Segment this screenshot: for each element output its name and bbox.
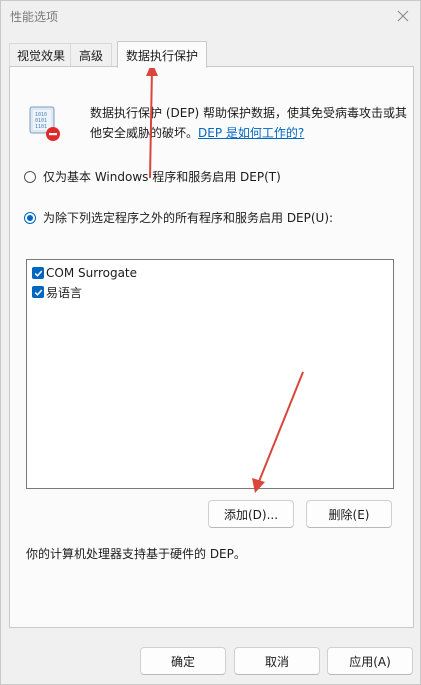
- close-icon: [397, 10, 409, 22]
- list-item[interactable]: COM Surrogate: [32, 264, 137, 282]
- program-name: COM Surrogate: [46, 266, 138, 280]
- program-name: 易语言: [46, 285, 83, 300]
- tab-label: 视觉效果: [16, 49, 65, 63]
- tab-label: 高级: [78, 49, 103, 63]
- radio-button[interactable]: [24, 170, 36, 183]
- checkmark-icon: [34, 288, 42, 296]
- program-exception-list[interactable]: COM Surrogate 易语言: [26, 259, 394, 489]
- checkbox-checked[interactable]: [32, 267, 44, 279]
- apply-button-label: 应用(A): [349, 654, 391, 669]
- list-item[interactable]: 易语言: [32, 283, 82, 301]
- radio-basic-label: 仅为基本 Windows 程序和服务启用 DEP(T): [43, 170, 281, 184]
- cancel-button-label: 取消: [264, 654, 289, 669]
- remove-button-label: 删除(E): [328, 507, 370, 522]
- tab-advanced[interactable]: 高级: [70, 43, 112, 67]
- title-bar: 性能选项: [1, 1, 420, 31]
- add-button-label: 添加(D)...: [223, 507, 279, 522]
- performance-options-window: 性能选项 视觉效果 高级 数据执行保护 1010 0101 1101 数据执行保…: [0, 0, 421, 685]
- tab-label: 数据执行保护: [125, 48, 198, 63]
- checkmark-icon: [34, 269, 42, 277]
- dep-tab-panel: 1010 0101 1101 数据执行保护 (DEP) 帮助保护数据，使其免受病…: [9, 66, 414, 628]
- radio-all-label: 为除下列选定程序之外的所有程序和服务启用 DEP(U):: [43, 211, 334, 225]
- remove-button[interactable]: 删除(E): [306, 500, 392, 528]
- svg-text:1101: 1101: [35, 124, 47, 130]
- close-button[interactable]: [388, 1, 418, 31]
- ok-button-label: 确定: [170, 654, 195, 669]
- radio-basic-programs[interactable]: 仅为基本 Windows 程序和服务启用 DEP(T): [24, 168, 281, 185]
- dep-help-link[interactable]: DEP 是如何工作的?: [198, 126, 304, 140]
- checkbox-checked[interactable]: [32, 286, 44, 298]
- cancel-button[interactable]: 取消: [234, 647, 320, 675]
- tab-strip: 视觉效果 高级 数据执行保护: [9, 41, 414, 68]
- window-title: 性能选项: [10, 10, 59, 24]
- add-button[interactable]: 添加(D)...: [208, 500, 294, 528]
- tab-data-execution-prevention[interactable]: 数据执行保护: [117, 41, 207, 68]
- dep-description: 数据执行保护 (DEP) 帮助保护数据，使其免受病毒攻击或其他安全威胁的破坏。D…: [90, 103, 408, 143]
- ok-button[interactable]: 确定: [140, 647, 226, 675]
- hardware-dep-note: 你的计算机处理器支持基于硬件的 DEP。: [26, 547, 246, 561]
- apply-button[interactable]: 应用(A): [327, 647, 413, 675]
- tab-visual-effects[interactable]: 视觉效果: [9, 43, 73, 67]
- radio-button-selected[interactable]: [24, 211, 36, 224]
- dep-shield-icon: 1010 0101 1101: [29, 106, 60, 141]
- radio-all-programs[interactable]: 为除下列选定程序之外的所有程序和服务启用 DEP(U):: [24, 209, 333, 226]
